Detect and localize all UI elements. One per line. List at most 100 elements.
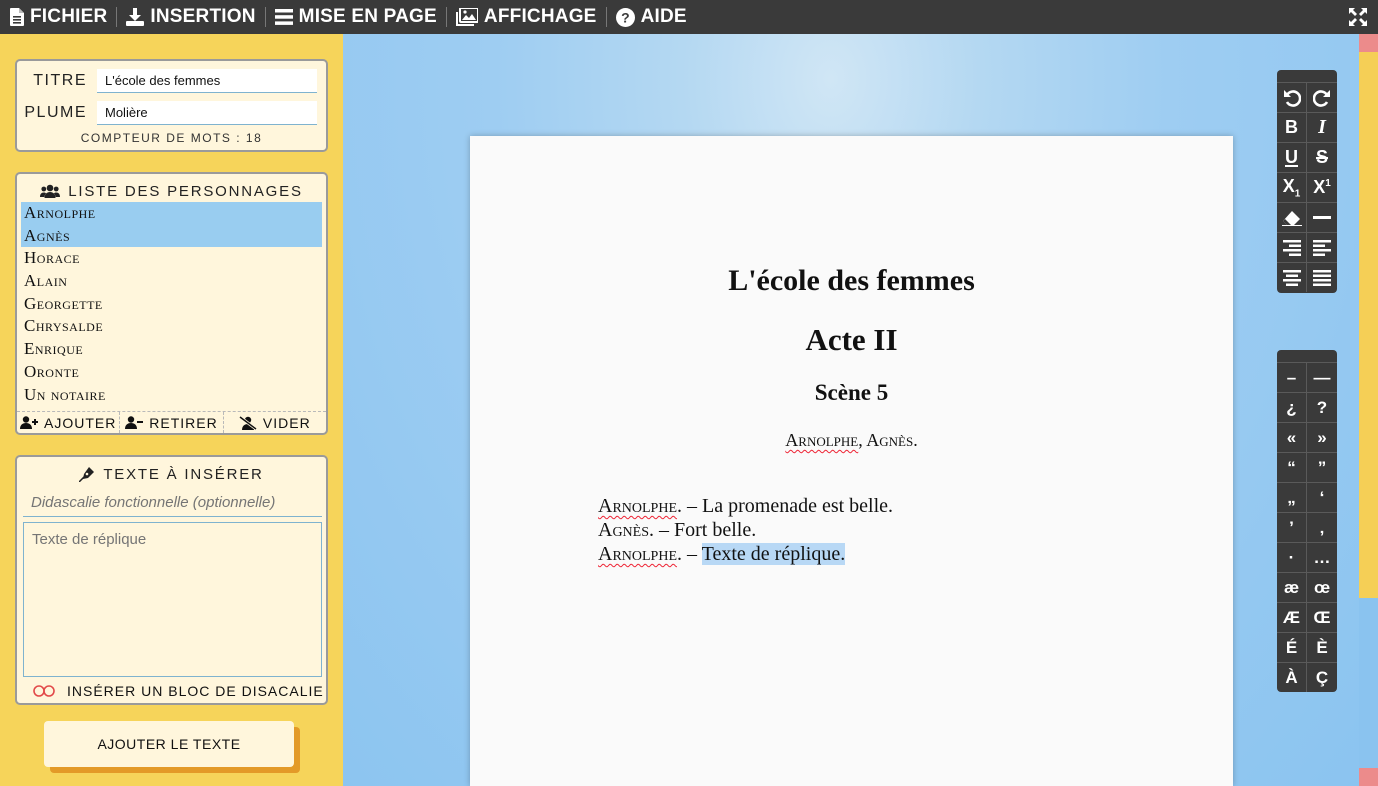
- character-item[interactable]: Chrysalde: [21, 315, 322, 338]
- author-input[interactable]: [97, 101, 317, 125]
- insert-char-button[interactable]: ’: [1277, 512, 1307, 542]
- bars-icon: [274, 9, 293, 25]
- menu-fichier-label: FICHIER: [30, 6, 108, 27]
- characters-header: Liste des personnages: [17, 174, 326, 202]
- insert-char-button[interactable]: ·: [1277, 542, 1307, 572]
- menu-aide[interactable]: ? AIDE: [607, 0, 696, 34]
- document-title: L'école des femmes: [728, 264, 975, 297]
- document-page[interactable]: L'école des femmes Acte II Scène 5 Arnol…: [470, 136, 1233, 786]
- insert-header: Texte à insérer: [17, 457, 326, 485]
- insert-char-button[interactable]: Æ: [1277, 602, 1307, 632]
- undo-button[interactable]: [1277, 82, 1307, 112]
- line-text: La promenade est belle.: [702, 495, 894, 517]
- character-item[interactable]: Horace: [21, 247, 322, 270]
- title-row: Titre: [17, 69, 317, 93]
- insert-char-button[interactable]: ?: [1307, 392, 1337, 422]
- clear-characters-button[interactable]: Vider: [224, 412, 326, 433]
- users-icon: [40, 184, 61, 198]
- insert-char-button[interactable]: É: [1277, 632, 1307, 662]
- characters-panel: Liste des personnages Arnolphe Agnès Horac…: [15, 172, 328, 435]
- align-right-button[interactable]: [1277, 232, 1307, 262]
- subscript-button[interactable]: X1: [1277, 172, 1307, 202]
- insert-char-button[interactable]: È: [1307, 632, 1337, 662]
- dialogue-line: Agnès. – Fort belle.: [598, 518, 893, 542]
- redo-icon: [1313, 89, 1330, 107]
- speaker-name: Agnès: [598, 519, 650, 541]
- title-input[interactable]: [97, 69, 317, 93]
- insert-char-button[interactable]: Ç: [1307, 662, 1337, 692]
- insert-char-button[interactable]: –: [1277, 362, 1307, 392]
- redo-button[interactable]: [1307, 82, 1337, 112]
- insert-char-button[interactable]: æ: [1277, 572, 1307, 602]
- character-item[interactable]: Arnolphe: [21, 202, 322, 225]
- menu-insertion-label: INSERTION: [150, 6, 256, 27]
- speaker-dash: . –: [677, 495, 703, 517]
- scroll-up-marker[interactable]: [1359, 34, 1378, 52]
- didascalie-input[interactable]: [23, 489, 322, 517]
- didascalie-block-toggle[interactable]: Insérer un bloc de disacalie: [33, 683, 324, 699]
- dialogue-lines: Arnolphe. – La promenade est belle. Agnè…: [598, 494, 893, 566]
- character-item[interactable]: Alain: [21, 270, 322, 293]
- remove-character-button[interactable]: Retirer: [120, 412, 224, 433]
- insert-char-button[interactable]: ‘: [1307, 482, 1337, 512]
- document-scene: Scène 5: [814, 380, 889, 405]
- insert-char-button[interactable]: œ: [1307, 572, 1337, 602]
- insert-char-button[interactable]: „: [1277, 482, 1307, 512]
- bold-icon: B: [1285, 117, 1298, 137]
- superscript-button[interactable]: X1: [1307, 172, 1337, 202]
- insert-char-button[interactable]: ”: [1307, 452, 1337, 482]
- strikethrough-button[interactable]: S: [1307, 142, 1337, 172]
- fullscreen-icon[interactable]: [1348, 7, 1368, 27]
- character-item[interactable]: Enrique: [21, 338, 322, 361]
- italic-button[interactable]: I: [1307, 112, 1337, 142]
- character-item[interactable]: Oronte: [21, 361, 322, 384]
- align-justify-button[interactable]: [1307, 262, 1337, 292]
- insert-char-button[interactable]: Œ: [1307, 602, 1337, 632]
- insert-char-button[interactable]: ‚: [1307, 512, 1337, 542]
- insert-char-button[interactable]: »: [1307, 422, 1337, 452]
- user-minus-icon: [125, 416, 144, 429]
- scene-character-name: Agnès.: [866, 430, 918, 450]
- menu-fichier[interactable]: FICHIER: [8, 0, 116, 34]
- clear-characters-label: Vider: [262, 414, 311, 431]
- underline-button[interactable]: U: [1277, 142, 1307, 172]
- user-slash-icon: [239, 415, 257, 430]
- character-item[interactable]: Un notaire: [21, 384, 322, 407]
- character-item[interactable]: Agnès: [21, 224, 322, 248]
- undo-icon: [1283, 89, 1301, 107]
- italic-icon: I: [1318, 116, 1326, 138]
- menu-aide-label: AIDE: [640, 6, 687, 27]
- replique-textarea[interactable]: [23, 522, 322, 677]
- scrollbar-thumb[interactable]: [1359, 52, 1378, 598]
- speaker-dash: . –: [649, 519, 675, 541]
- menu-mise-en-page-label: MISE EN PAGE: [298, 6, 437, 27]
- align-left-icon: [1313, 239, 1331, 256]
- file-icon: [10, 8, 24, 26]
- bold-button[interactable]: B: [1277, 112, 1307, 142]
- menu-affichage[interactable]: AFFICHAGE: [447, 0, 606, 34]
- insert-char-button[interactable]: …: [1307, 542, 1337, 572]
- question-icon: ?: [615, 7, 635, 27]
- align-left-button[interactable]: [1307, 232, 1337, 262]
- insert-char-button[interactable]: ¿: [1277, 392, 1307, 422]
- eraser-button[interactable]: [1277, 202, 1307, 232]
- dialogue-line: Arnolphe. – La promenade est belle.: [598, 494, 893, 518]
- speaker-dash: . –: [677, 543, 702, 565]
- character-item[interactable]: Georgette: [21, 293, 322, 316]
- menu-mise-en-page[interactable]: MISE EN PAGE: [266, 0, 446, 34]
- insert-char-button[interactable]: “: [1277, 452, 1307, 482]
- insert-char-button[interactable]: —: [1307, 362, 1337, 392]
- insert-text-panel: Texte à insérer Insérer un bloc de disac…: [15, 455, 328, 705]
- add-text-button[interactable]: Ajouter le texte: [44, 721, 294, 767]
- align-center-button[interactable]: [1277, 262, 1307, 292]
- add-character-button[interactable]: Ajouter: [17, 412, 121, 433]
- eraser-icon: [1281, 210, 1302, 226]
- svg-text:?: ?: [621, 9, 630, 25]
- insert-char-button[interactable]: «: [1277, 422, 1307, 452]
- horizontal-rule-button[interactable]: [1307, 202, 1337, 232]
- menu-insertion[interactable]: INSERTION: [117, 0, 264, 34]
- speaker-name: Arnolphe: [598, 543, 678, 565]
- scene-characters: Arnolphe, Agnès.: [470, 430, 1233, 451]
- scroll-down-marker[interactable]: [1359, 768, 1378, 786]
- insert-char-button[interactable]: À: [1277, 662, 1307, 692]
